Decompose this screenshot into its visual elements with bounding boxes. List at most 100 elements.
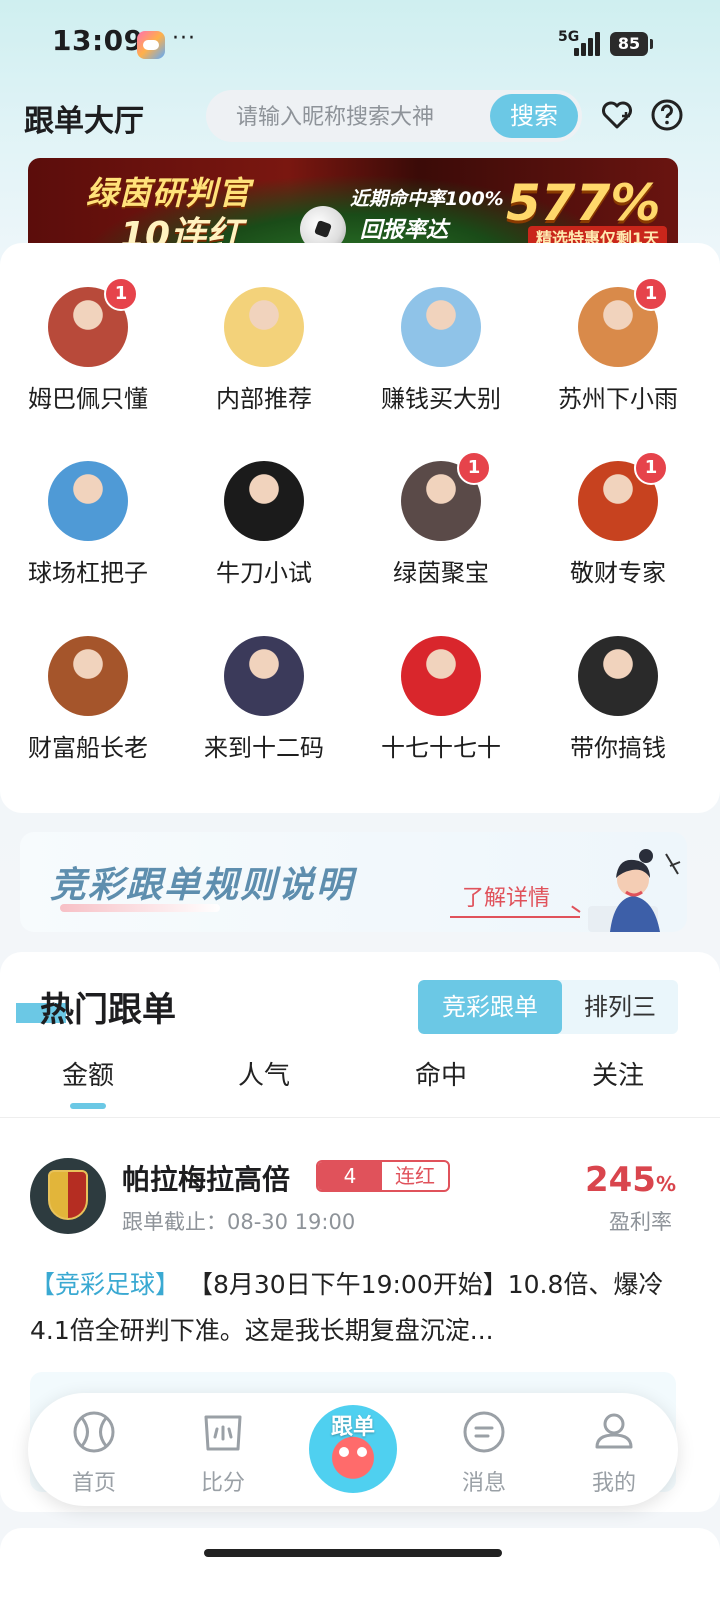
search-button[interactable]: 搜索 [490,94,578,138]
help-icon[interactable] [650,98,684,132]
ball-icon [73,1411,115,1453]
expert-name: 敬财专家 [570,559,666,587]
message-icon [463,1411,505,1453]
tab-amount[interactable]: 金额 [0,1055,176,1092]
expert-item[interactable]: 财富船长老 [0,636,176,763]
avatar [578,636,658,716]
banner-return-value: 577% [506,174,661,232]
bottom-navigation: 首页 比分 跟单 消息 我的 [28,1393,678,1506]
user-icon [595,1413,633,1449]
home-indicator[interactable] [204,1549,502,1557]
girl-illustration [588,849,681,932]
signal-icon [574,32,602,56]
avatar-image [224,636,304,716]
avatar [401,287,481,367]
avatar: 1 [578,451,668,541]
expert-item[interactable]: 带你搞钱 [530,636,706,763]
avatar[interactable] [30,1158,106,1234]
avatar-image [224,461,304,541]
expert-item[interactable]: 1 敬财专家 [530,451,706,588]
follow-deadline: 跟单截止：08-30 19:00 [122,1210,356,1234]
expert-name: 姆巴佩只懂 [28,385,148,413]
expert-name: 带你搞钱 [570,734,666,762]
status-time: 13:09 [52,24,144,57]
mascot-eye [357,1447,367,1457]
nav-mine-label: 我的 [591,1471,636,1496]
rules-banner[interactable]: 竞彩跟单规则说明 了解详情 [20,832,687,932]
rules-title: 竞彩跟单规则说明 [50,865,355,906]
expert-name: 苏州下小雨 [558,385,678,413]
profit-value: 245 [584,1160,656,1200]
scoreboard-icon [204,1415,242,1451]
avatar: 1 [578,277,668,367]
expert-item[interactable]: 球场杠把子 [0,461,176,588]
expert-item[interactable]: 1 绿茵聚宝 [353,451,529,588]
unread-badge: 1 [634,277,668,311]
expert-name: 十七十七十 [381,734,501,762]
rules-detail-link[interactable]: 了解详情 [462,880,550,912]
nav-messages[interactable]: 消息 [424,1409,544,1497]
hot-follow-title: 热门跟单 [40,990,176,1030]
expert-item[interactable]: 来到十二码 [176,636,352,763]
tab-popularity[interactable]: 人气 [176,1055,352,1092]
nav-home[interactable]: 首页 [34,1409,154,1497]
avatar [48,636,128,716]
nav-messages-label: 消息 [461,1471,506,1496]
expert-item[interactable]: 1 苏州下小雨 [530,277,706,414]
nav-score-label: 比分 [200,1471,245,1496]
expert-item[interactable]: 内部推荐 [176,287,352,414]
bottom-background [0,1528,720,1600]
avatar-image [578,636,658,716]
streak-badge: 4 连红 [316,1160,450,1192]
expert-item[interactable]: 牛刀小试 [176,461,352,588]
avatar [224,461,304,541]
search-bar: 搜索 [206,90,582,142]
profit-unit: % [655,1172,676,1196]
battery-indicator: 85 [610,32,653,56]
favorites-icon[interactable] [600,98,634,132]
avatar: 1 [48,277,138,367]
tab-follow[interactable]: 关注 [530,1055,706,1092]
lottery-type-switch: 竞彩跟单 排列三 [418,980,678,1034]
status-bar: 13:09 ··· 5G 85 [0,0,720,90]
nav-follow-label: 跟单 [330,1415,375,1440]
avatar-image [401,287,481,367]
expert-item[interactable]: 赚钱买大别 [353,287,529,414]
unread-badge: 1 [104,277,138,311]
expert-item[interactable]: 1 姆巴佩只懂 [0,277,176,414]
mascot-eye [339,1447,349,1457]
nav-follow[interactable]: 跟单 [309,1405,397,1493]
avatar [401,636,481,716]
tab-hit[interactable]: 命中 [353,1055,529,1092]
avatar: 1 [401,451,491,541]
expert-name: 来到十二码 [204,734,324,762]
expert-name[interactable]: 帕拉梅拉高倍 [122,1158,290,1198]
divider [0,1117,720,1118]
plan-description[interactable]: 【竞彩足球】 【8月30日下午19:00开始】10.8倍、爆冷4.1倍全研判下准… [30,1262,680,1354]
expert-name: 绿茵聚宝 [393,559,489,587]
profit-rate: 245% [585,1160,676,1200]
expert-name: 财富船长老 [28,734,148,762]
avatar-image [401,636,481,716]
nav-home-label: 首页 [71,1471,116,1496]
page-title: 跟单大厅 [24,104,144,139]
game-app-icon [137,31,165,59]
sort-tabs: 金额 人气 命中 关注 [0,1055,720,1115]
banner-hit-rate: 近期命中率100% [350,188,504,210]
nav-mine[interactable]: 我的 [554,1409,674,1497]
expert-name: 球场杠把子 [28,559,148,587]
category-tag: 【竞彩足球】 [30,1270,181,1299]
banner-return-label: 回报率达 [360,218,449,243]
streak-count: 4 [318,1162,382,1190]
segment-jingcai[interactable]: 竞彩跟单 [418,980,562,1034]
segment-pailie3[interactable]: 排列三 [562,980,678,1034]
arrow-right-icon [450,916,580,918]
crest-icon [48,1170,88,1220]
unread-badge: 1 [457,451,491,485]
more-notifications-icon: ··· [172,26,196,51]
expert-name: 内部推荐 [216,385,312,413]
search-input[interactable] [234,98,488,136]
expert-item[interactable]: 十七十七十 [353,636,529,763]
expert-name: 赚钱买大别 [381,385,501,413]
nav-score[interactable]: 比分 [163,1409,283,1497]
